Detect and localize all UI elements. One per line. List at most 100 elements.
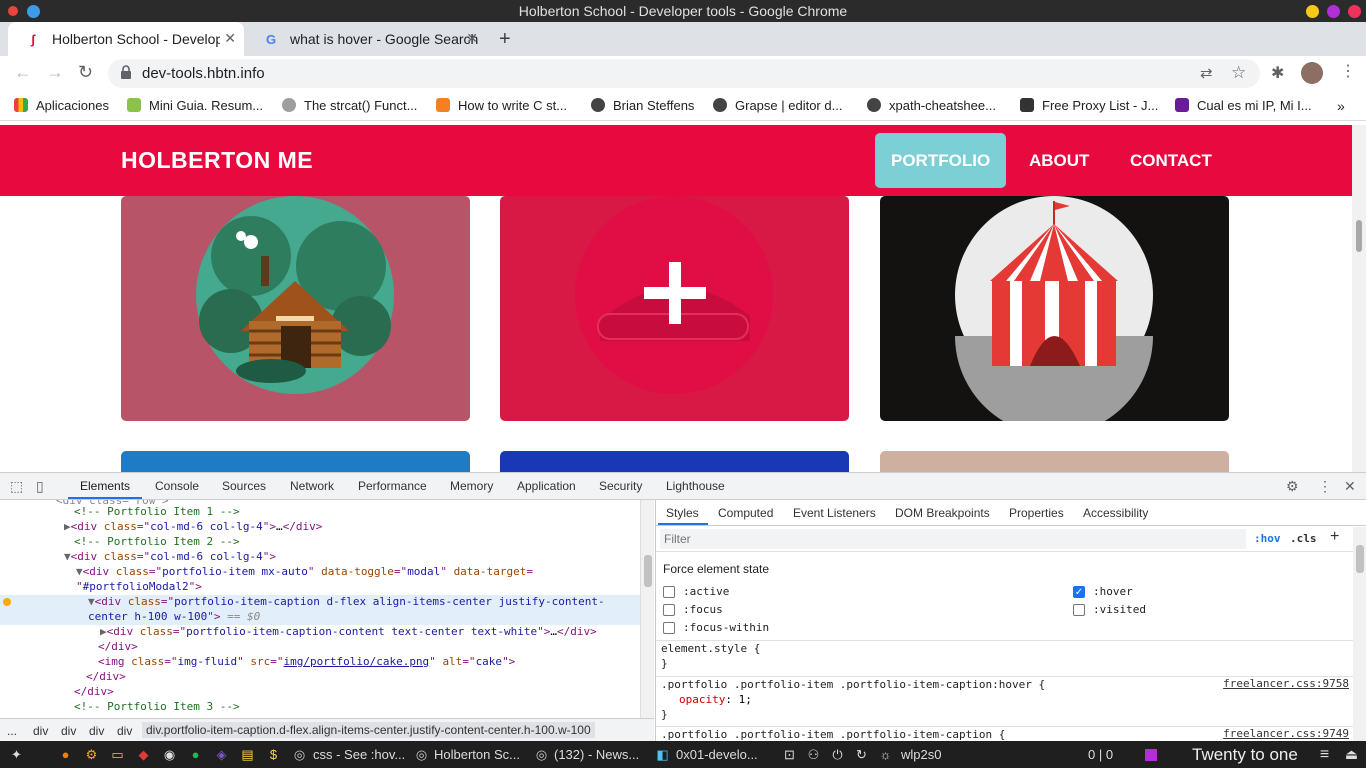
- app-icon[interactable]: ◈: [213, 746, 230, 763]
- checkbox-checked-icon[interactable]: ✓: [1073, 585, 1085, 598]
- brave-icon[interactable]: ◆: [135, 746, 152, 763]
- styles-scrollbar-thumb[interactable]: [1356, 545, 1364, 573]
- close-tab-icon[interactable]: ✕: [466, 30, 478, 47]
- tree-line[interactable]: <!-- Portfolio Item 2 -->: [74, 535, 240, 550]
- tab-lighthouse[interactable]: Lighthouse: [666, 479, 725, 493]
- tree-line[interactable]: ▼<div class="col-md-6 col-lg-4">: [64, 550, 276, 565]
- elements-scrollbar-thumb[interactable]: [644, 555, 652, 587]
- tab-sources[interactable]: Sources: [222, 479, 266, 493]
- tab-dom-breakpoints[interactable]: DOM Breakpoints: [895, 506, 990, 520]
- expand-arrow-icon[interactable]: ▶: [100, 625, 107, 638]
- tree-line[interactable]: ▼<div class="portfolio-item mx-auto" dat…: [76, 565, 533, 580]
- portfolio-item-circus[interactable]: [880, 196, 1229, 421]
- css-rule-element-style[interactable]: element.style { }: [656, 640, 1353, 672]
- tree-line[interactable]: </div>: [86, 670, 126, 685]
- extensions-icon[interactable]: ✱: [1271, 63, 1284, 83]
- css-value[interactable]: 1;: [739, 693, 752, 706]
- tab-properties[interactable]: Properties: [1009, 506, 1064, 520]
- state-active-checkbox[interactable]: :active: [663, 585, 729, 598]
- tree-line-selected[interactable]: center h-100 w-100"> == $0: [0, 610, 640, 625]
- profile-avatar[interactable]: [1301, 62, 1323, 84]
- state-hover-checkbox[interactable]: ✓:hover: [1073, 585, 1133, 598]
- tree-line[interactable]: <img class="img-fluid" src="img/portfoli…: [98, 655, 515, 670]
- css-property[interactable]: opacity: [679, 693, 725, 706]
- bookmark-item[interactable]: How to write C st...: [436, 98, 567, 113]
- portfolio-item-6[interactable]: [880, 451, 1229, 472]
- checkbox-icon[interactable]: [663, 585, 675, 598]
- collapse-arrow-icon[interactable]: ▼: [88, 595, 95, 608]
- eject-icon[interactable]: ⏏: [1343, 746, 1360, 763]
- crumb-selected[interactable]: div.portfolio-item-caption.d-flex.align-…: [142, 722, 595, 738]
- tree-line[interactable]: "#portfolioModal2">: [76, 580, 202, 595]
- chrome-window-icon[interactable]: ◎: [533, 746, 550, 763]
- refresh-tray-icon[interactable]: ↻: [853, 746, 870, 763]
- state-focus-checkbox[interactable]: :focus: [663, 603, 723, 616]
- people-tray-icon[interactable]: ⚇: [805, 746, 822, 763]
- page-scrollbar-thumb[interactable]: [1356, 220, 1362, 252]
- collapse-arrow-icon[interactable]: ▼: [64, 550, 71, 563]
- tree-line[interactable]: <!-- Portfolio Item 1 -->: [74, 505, 240, 520]
- taskbar-window-active[interactable]: Holberton Sc...: [434, 747, 520, 762]
- launcher-icon[interactable]: ✦: [8, 746, 25, 763]
- nav-about[interactable]: ABOUT: [1013, 133, 1105, 188]
- cls-toggle[interactable]: .cls: [1290, 532, 1317, 545]
- tab-accessibility[interactable]: Accessibility: [1083, 506, 1148, 520]
- bookmark-item[interactable]: Brian Steffens: [591, 98, 694, 113]
- css-rule-hover[interactable]: .portfolio .portfolio-item .portfolio-it…: [656, 676, 1353, 723]
- img-src-link[interactable]: img/portfolio/cake.png: [283, 655, 429, 668]
- tree-line[interactable]: <!-- Portfolio Item 3 -->: [74, 700, 240, 715]
- tab-styles[interactable]: Styles: [666, 506, 699, 520]
- tab-console[interactable]: Console: [155, 479, 199, 493]
- taskbar-window[interactable]: (132) - News...: [554, 747, 639, 762]
- taskbar-window[interactable]: 0x01-develo...: [676, 747, 758, 762]
- checkbox-icon[interactable]: [1073, 603, 1085, 616]
- checkbox-icon[interactable]: [663, 603, 675, 616]
- bookmark-item[interactable]: Mini Guia. Resum...: [127, 98, 263, 113]
- reload-icon[interactable]: ↻: [78, 62, 93, 83]
- back-arrow-icon[interactable]: ←: [14, 62, 32, 83]
- devtools-menu-icon[interactable]: ⋮: [1318, 478, 1332, 495]
- tab-performance[interactable]: Performance: [358, 479, 427, 493]
- settings-icon[interactable]: ⚙: [83, 746, 100, 763]
- folder-icon[interactable]: ▭: [109, 746, 126, 763]
- address-bar[interactable]: dev-tools.hbtn.info ⇄ ☆: [108, 59, 1260, 88]
- tree-line[interactable]: ▶<div class="col-md-6 col-lg-4">…</div>: [64, 520, 322, 535]
- chrome-window-icon[interactable]: ◎: [291, 746, 308, 763]
- portfolio-item-cabin[interactable]: [121, 196, 470, 421]
- rule-source-link[interactable]: freelancer.css:9758: [1223, 677, 1349, 690]
- collapse-arrow-icon[interactable]: ▼: [76, 565, 83, 578]
- crumb-div[interactable]: div: [117, 724, 132, 738]
- firefox-icon[interactable]: ●: [57, 746, 74, 763]
- dollar-icon[interactable]: $: [265, 746, 282, 763]
- bookmark-item[interactable]: Free Proxy List - J...: [1020, 98, 1158, 113]
- chrome-window-icon[interactable]: ◎: [413, 746, 430, 763]
- brightness-tray-icon[interactable]: ☼: [877, 746, 894, 763]
- new-tab-button[interactable]: +: [499, 28, 511, 51]
- crumb-more[interactable]: ...: [7, 724, 17, 738]
- tree-line[interactable]: </div>: [98, 640, 138, 655]
- forward-arrow-icon[interactable]: →: [46, 62, 64, 83]
- tree-line-selected[interactable]: ▼<div class="portfolio-item-caption d-fl…: [0, 595, 640, 610]
- maximize-button[interactable]: [1327, 5, 1340, 18]
- rule-source-link[interactable]: freelancer.css:9749: [1223, 727, 1349, 740]
- tree-line[interactable]: ▶<div class="portfolio-item-caption-cont…: [100, 625, 597, 640]
- lock-tray-icon[interactable]: ⊡: [781, 746, 798, 763]
- settings-gear-icon[interactable]: ⚙: [1286, 478, 1299, 495]
- tab-security[interactable]: Security: [599, 479, 642, 493]
- close-window-button[interactable]: [1348, 5, 1361, 18]
- state-focus-within-checkbox[interactable]: :focus-within: [663, 621, 769, 634]
- tab-computed[interactable]: Computed: [718, 506, 773, 520]
- bookmark-star-icon[interactable]: ☆: [1231, 63, 1246, 83]
- hamburger-menu-icon[interactable]: ≡: [1316, 746, 1333, 763]
- elements-tree[interactable]: <div class="row"> <!-- Portfolio Item 1 …: [0, 500, 640, 718]
- styles-scrollbar[interactable]: [1353, 527, 1366, 741]
- more-bookmarks-icon[interactable]: »: [1337, 98, 1345, 114]
- inspect-element-icon[interactable]: ⬚: [10, 478, 23, 495]
- tab-elements[interactable]: Elements: [80, 479, 130, 493]
- taskbar-window[interactable]: css - See :hov...: [313, 747, 405, 762]
- bookmark-item[interactable]: Grapse | editor d...: [713, 98, 842, 113]
- bookmark-apps[interactable]: Aplicaciones: [14, 98, 109, 113]
- translate-icon[interactable]: ⇄: [1200, 64, 1213, 82]
- hov-toggle[interactable]: :hov: [1254, 532, 1281, 545]
- tab-application[interactable]: Application: [517, 479, 576, 493]
